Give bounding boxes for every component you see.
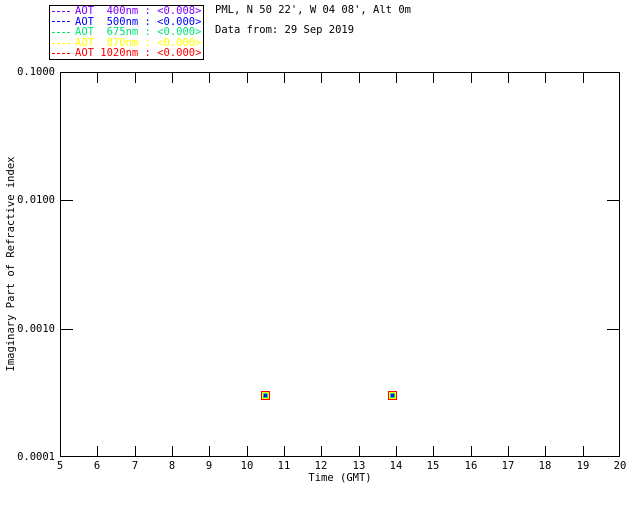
x-tick-bottom xyxy=(433,446,434,456)
x-tick-label: 17 xyxy=(501,460,515,472)
x-tick-bottom xyxy=(359,446,360,456)
legend-dash-line xyxy=(52,10,70,12)
y-tick-right xyxy=(607,329,619,330)
legend-label: AOT 400nm : <0.008> xyxy=(75,5,202,17)
x-tick-top xyxy=(545,73,546,83)
legend-dash-line xyxy=(52,42,70,44)
x-tick-top xyxy=(135,73,136,83)
y-tick-left xyxy=(61,329,73,330)
x-tick-top xyxy=(583,73,584,83)
x-axis-title: Time (GMT) xyxy=(308,472,372,484)
x-tick-label: 10 xyxy=(240,460,254,472)
x-tick-top xyxy=(247,73,248,83)
x-tick-top xyxy=(172,73,173,83)
x-tick-top xyxy=(396,73,397,83)
x-tick-top xyxy=(471,73,472,83)
plot-area xyxy=(60,72,620,457)
legend-box: AOT 400nm : <0.008> AOT 500nm : <0.000> AO… xyxy=(49,5,204,60)
x-tick-label: 5 xyxy=(56,460,64,472)
header-date-line: Data from: 29 Sep 2019 xyxy=(215,24,355,36)
legend-entry: AOT 1020nm : <0.000> xyxy=(52,48,203,59)
x-tick-bottom xyxy=(97,446,98,456)
y-tick-left xyxy=(61,200,73,201)
y-tick-label: 0.0001 xyxy=(17,451,55,463)
header-site-line: PML, N 50 22', W 04 08', Alt 0m xyxy=(215,4,411,16)
legend-entry: AOT 400nm : <0.008> xyxy=(52,6,203,17)
x-tick-top xyxy=(508,73,509,83)
x-tick-label: 8 xyxy=(168,460,176,472)
data-marker xyxy=(391,395,393,397)
y-tick-label: 0.1000 xyxy=(17,66,55,78)
x-tick-label: 16 xyxy=(464,460,478,472)
x-tick-label: 9 xyxy=(205,460,213,472)
x-tick-label: 7 xyxy=(131,460,139,472)
y-axis-title: Imaginary Part of Refractive index xyxy=(5,156,17,372)
x-tick-label: 14 xyxy=(389,460,403,472)
x-tick-label: 19 xyxy=(576,460,590,472)
x-tick-bottom xyxy=(247,446,248,456)
x-tick-bottom xyxy=(583,446,584,456)
x-tick-label: 18 xyxy=(538,460,552,472)
legend-label: AOT 1020nm : <0.000> xyxy=(75,47,202,60)
x-tick-bottom xyxy=(172,446,173,456)
x-tick-bottom xyxy=(508,446,509,456)
y-tick-right xyxy=(607,200,619,201)
plot-stage: AOT 400nm : <0.008> AOT 500nm : <0.000> AO… xyxy=(0,0,640,512)
x-tick-bottom xyxy=(209,446,210,456)
x-tick-bottom xyxy=(284,446,285,456)
x-tick-bottom xyxy=(135,446,136,456)
data-marker xyxy=(264,395,266,397)
x-tick-top xyxy=(321,73,322,83)
x-tick-label: 15 xyxy=(426,460,440,472)
x-tick-bottom xyxy=(545,446,546,456)
x-tick-top xyxy=(433,73,434,83)
x-tick-label: 12 xyxy=(314,460,328,472)
x-tick-bottom xyxy=(321,446,322,456)
y-tick-label: 0.0100 xyxy=(17,194,55,206)
x-tick-label: 11 xyxy=(277,460,291,472)
x-tick-bottom xyxy=(471,446,472,456)
x-tick-label: 20 xyxy=(613,460,627,472)
x-tick-bottom xyxy=(396,446,397,456)
x-tick-label: 6 xyxy=(93,460,101,472)
legend-dash-line xyxy=(52,21,70,23)
x-tick-label: 13 xyxy=(352,460,366,472)
x-tick-top xyxy=(97,73,98,83)
y-tick-label: 0.0010 xyxy=(17,323,55,335)
legend-dash-line xyxy=(52,53,70,55)
x-tick-top xyxy=(359,73,360,83)
x-tick-top xyxy=(209,73,210,83)
legend-dash-line xyxy=(52,31,70,33)
x-tick-top xyxy=(284,73,285,83)
